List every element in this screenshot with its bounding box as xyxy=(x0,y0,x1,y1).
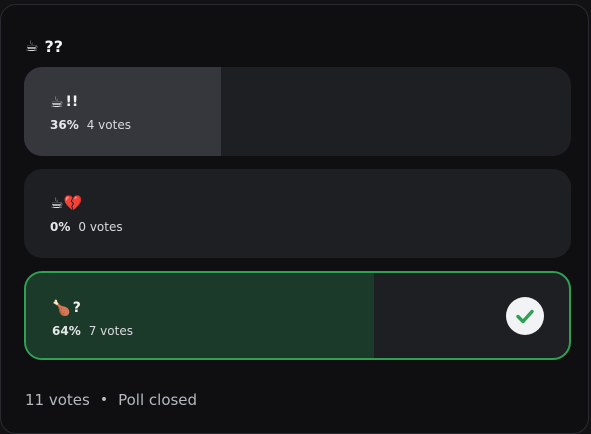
checkmark-icon xyxy=(516,309,534,324)
poll-option-3-stats: 64% 7 votes xyxy=(52,324,133,338)
poll-option-1-result-bar xyxy=(24,67,221,156)
coffee-broken-heart-icon: ☕💔 xyxy=(50,194,83,212)
poll-option-1-percent: 36% xyxy=(50,118,79,132)
poll-option-2-votes: 0 votes xyxy=(78,220,123,234)
poll-option-2-stats: 0% 0 votes xyxy=(50,220,123,234)
poll-option-2[interactable]: ☕💔 0% 0 votes xyxy=(24,169,571,258)
poll-status: Poll closed xyxy=(118,391,198,409)
poll-option-1[interactable]: ☕ !! 36% 4 votes xyxy=(24,67,571,156)
poll-option-1-text: !! xyxy=(65,94,79,110)
poll-option-3-percent: 64% xyxy=(52,324,81,338)
poll-option-1-votes: 4 votes xyxy=(86,118,131,132)
drumstick-icon: 🍗 xyxy=(52,298,71,317)
poll-option-2-percent: 0% xyxy=(50,220,71,234)
poll-question-text: ?? xyxy=(44,37,64,56)
poll-card: ☕ ?? ☕ !! 36% 4 votes ☕💔 0% 0 votes 🍗 ? xyxy=(0,4,589,434)
poll-option-1-stats: 36% 4 votes xyxy=(50,118,131,132)
poll-total-votes: 11 votes xyxy=(25,391,90,409)
check-circle-icon xyxy=(506,297,544,335)
poll-footer: 11 votes • Poll closed xyxy=(25,391,197,409)
poll-question: ☕ ?? xyxy=(25,37,63,56)
poll-option-3[interactable]: 🍗 ? 64% 7 votes xyxy=(24,271,571,360)
poll-option-2-label: ☕💔 xyxy=(50,196,84,211)
coffee-icon: ☕ xyxy=(25,37,39,55)
poll-option-1-label: ☕ !! xyxy=(50,94,78,110)
poll-option-3-votes: 7 votes xyxy=(88,324,133,338)
separator-dot: • xyxy=(99,392,109,408)
poll-option-3-label: 🍗 ? xyxy=(52,300,81,316)
poll-option-3-text: ? xyxy=(72,300,81,316)
coffee-icon: ☕ xyxy=(50,92,64,111)
